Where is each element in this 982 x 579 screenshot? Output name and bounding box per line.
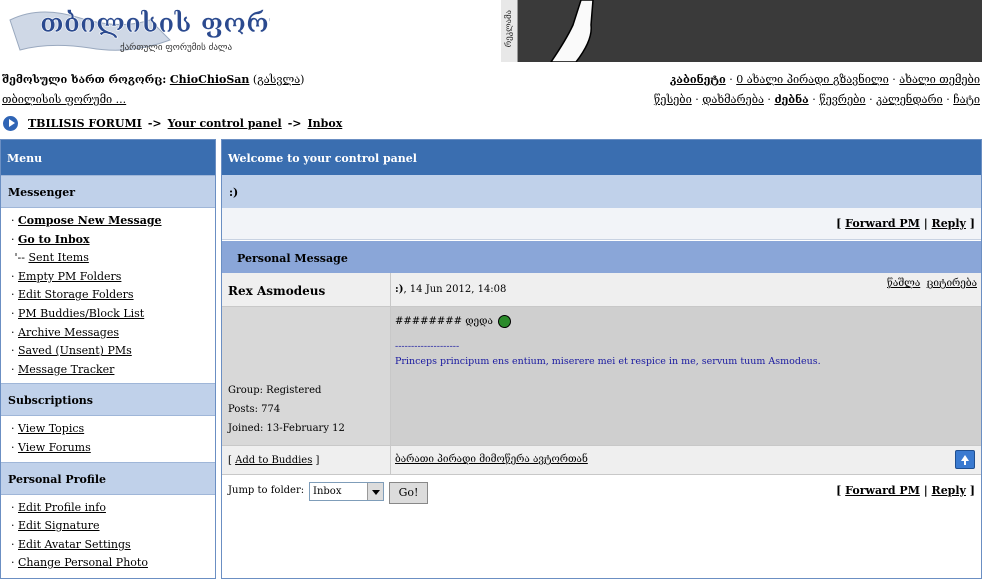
delete-link[interactable]: წაშლა <box>887 278 920 289</box>
breadcrumb: TBILISIS FORUMI -> Your control panel ->… <box>3 115 342 131</box>
go-button[interactable]: Go! <box>389 482 428 504</box>
help-link[interactable]: დახმარება <box>702 93 764 106</box>
forward-pm-button[interactable]: Forward PM <box>845 217 920 230</box>
login-status: შემოსული ხართ როგორც: ChioChioSan (გასვლ… <box>2 73 305 86</box>
ad-tag: რეკლამა <box>501 0 518 62</box>
reply-button-bottom[interactable]: Reply <box>932 484 966 497</box>
nav-arrow-icon <box>3 115 18 131</box>
sidebar-menu: Menu Messenger · Compose New Message · G… <box>0 139 216 579</box>
calendar-link[interactable]: კალენდარი <box>876 93 943 106</box>
section-profile: Personal Profile <box>1 461 215 495</box>
reply-button[interactable]: Reply <box>932 217 966 230</box>
members-link[interactable]: წევრები <box>819 93 865 106</box>
add-buddies-link[interactable]: Add to Buddies <box>235 455 312 466</box>
sidebar-item-archive[interactable]: Archive Messages <box>18 326 119 339</box>
author-info: Group: Registered Posts: 774 Joined: 13-… <box>222 307 391 445</box>
folder-select[interactable]: Inbox <box>309 482 384 501</box>
pm-author-link[interactable]: ბარათი პირადი მიმოწერა ავტორთან <box>395 454 588 465</box>
folder-select-value: Inbox <box>313 486 342 497</box>
pm-msg-title: :) <box>395 284 404 295</box>
sidebar-item-inbox[interactable]: Go to Inbox <box>18 233 90 246</box>
sidebar-item-empty-folders[interactable]: Empty PM Folders <box>18 270 121 283</box>
section-subscriptions: Subscriptions <box>1 383 215 417</box>
sidebar-item-sent[interactable]: Sent Items <box>28 251 88 264</box>
section-messenger: Messenger <box>1 175 215 208</box>
pm-author[interactable]: Rex Asmodeus <box>222 273 391 306</box>
username-link[interactable]: ChioChioSan <box>170 73 250 86</box>
sidebar-item-photo[interactable]: Change Personal Photo <box>18 556 148 569</box>
chevron-down-icon[interactable] <box>367 483 383 500</box>
author-group: Group: Registered <box>228 385 322 396</box>
cabinet-link[interactable]: კაბინეტი <box>670 73 726 86</box>
chat-link[interactable]: ჩატი <box>953 93 980 106</box>
quote-link[interactable]: ციტირება <box>927 278 977 289</box>
sidebar-item-compose[interactable]: Compose New Message <box>18 214 162 227</box>
pm-body: ######## დედა -------------------- Princ… <box>391 307 981 445</box>
forward-pm-button-bottom[interactable]: Forward PM <box>845 484 920 497</box>
pm-header-row: Rex Asmodeus :), 14 Jun 2012, 14:08 წაშლ… <box>222 273 981 307</box>
new-topics-link[interactable]: ახალი თემები <box>899 73 980 86</box>
breadcrumb-sep: -> <box>147 116 162 130</box>
add-buddies-cell: [ Add to Buddies ] <box>222 446 391 474</box>
sidebar-item-buddies[interactable]: PM Buddies/Block List <box>18 307 144 320</box>
breadcrumb-root[interactable]: TBILISIS FORUMI <box>28 117 142 130</box>
logo-subtitle: ქართული ფორუმის ძალა <box>120 42 232 53</box>
scroll-top-icon[interactable] <box>955 450 975 469</box>
pm-footer-row: [ Add to Buddies ] ბარათი პირადი მიმოწერ… <box>222 446 981 475</box>
control-panel: Welcome to your control panel :) [ Forwa… <box>221 139 982 579</box>
forum-home-row: თბილისის ფორუმი ... <box>2 93 126 106</box>
pm-subject: :) <box>222 175 981 208</box>
ad-tag-label: რეკლამა <box>504 10 513 48</box>
bottle-icon <box>550 0 594 62</box>
new-pm-link[interactable]: 0 ახალი პირადი გზავნილი <box>736 73 889 86</box>
rules-link[interactable]: წესები <box>654 93 692 106</box>
sidebar-item-saved[interactable]: Saved (Unsent) PMs <box>18 344 132 357</box>
sidebar-item-avatar[interactable]: Edit Avatar Settings <box>18 538 131 551</box>
sidebar-item-tracker[interactable]: Message Tracker <box>18 363 114 376</box>
pm-body-row: Group: Registered Posts: 774 Joined: 13-… <box>222 307 981 446</box>
breadcrumb-cp[interactable]: Your control panel <box>168 117 282 130</box>
panel-title: Welcome to your control panel <box>222 140 981 175</box>
profile-list: · Edit Profile info · Edit Signature · E… <box>1 494 215 577</box>
author-joined: Joined: 13-February 12 <box>228 423 345 434</box>
subscriptions-list: · View Topics · View Forums <box>1 416 215 462</box>
forum-logo[interactable]: თბილისის ფორუმი ქართული ფორუმის ძალა <box>0 0 321 62</box>
sidebar-item-edit-folders[interactable]: Edit Storage Folders <box>18 288 134 301</box>
forum-home-link[interactable]: თბილისის ფორუმი ... <box>2 93 126 106</box>
pm-actions-bottom: [ Forward PM | Reply ] <box>836 484 975 497</box>
sig-separator: -------------------- <box>395 341 460 352</box>
logout-link[interactable]: გასვლა <box>257 73 300 86</box>
jump-label: Jump to folder: <box>228 485 305 496</box>
pm-section-title: Personal Message <box>222 240 981 273</box>
pm-date: 14 Jun 2012, 14:08 <box>409 284 507 295</box>
sidebar-item-profile-info[interactable]: Edit Profile info <box>18 501 106 514</box>
pm-date-cell: :), 14 Jun 2012, 14:08 წაშლა ციტირება <box>391 273 981 306</box>
pm-post-actions: წაშლა ციტირება <box>887 278 977 289</box>
pm-signature: Princeps principum ens entium, miserere … <box>395 356 821 367</box>
sidebar-item-view-forums[interactable]: View Forums <box>18 441 91 454</box>
breadcrumb-sep: -> <box>287 116 302 130</box>
messenger-list: · Compose New Message · Go to Inbox '-- … <box>1 208 215 384</box>
folder-jump-row: Jump to folder: Inbox Go! [ Forward PM |… <box>222 475 981 509</box>
site-links: წესები · დახმარება · ძებნა · წევრები · კ… <box>653 93 980 106</box>
pm-body-text: ######## დედა <box>395 316 493 327</box>
logo-title: თბილისის ფორუმი <box>40 9 270 39</box>
ad-banner[interactable]: რეკლამა <box>501 0 982 62</box>
author-posts: Posts: 774 <box>228 404 281 415</box>
sidebar-item-view-topics[interactable]: View Topics <box>18 422 84 435</box>
breadcrumb-current[interactable]: Inbox <box>308 117 343 130</box>
search-link[interactable]: ძებნა <box>774 93 808 106</box>
pm-actions-top: [ Forward PM | Reply ] <box>222 208 981 240</box>
menu-title: Menu <box>1 140 215 175</box>
user-actions: კაბინეტი · 0 ახალი პირადი გზავნილი · ახა… <box>669 73 980 86</box>
logged-prefix: შემოსული ხართ როგორც: <box>2 73 167 86</box>
smiley-icon <box>498 315 512 328</box>
pm-author-cell: ბარათი პირადი მიმოწერა ავტორთან <box>391 446 981 474</box>
sidebar-item-signature[interactable]: Edit Signature <box>18 519 100 532</box>
